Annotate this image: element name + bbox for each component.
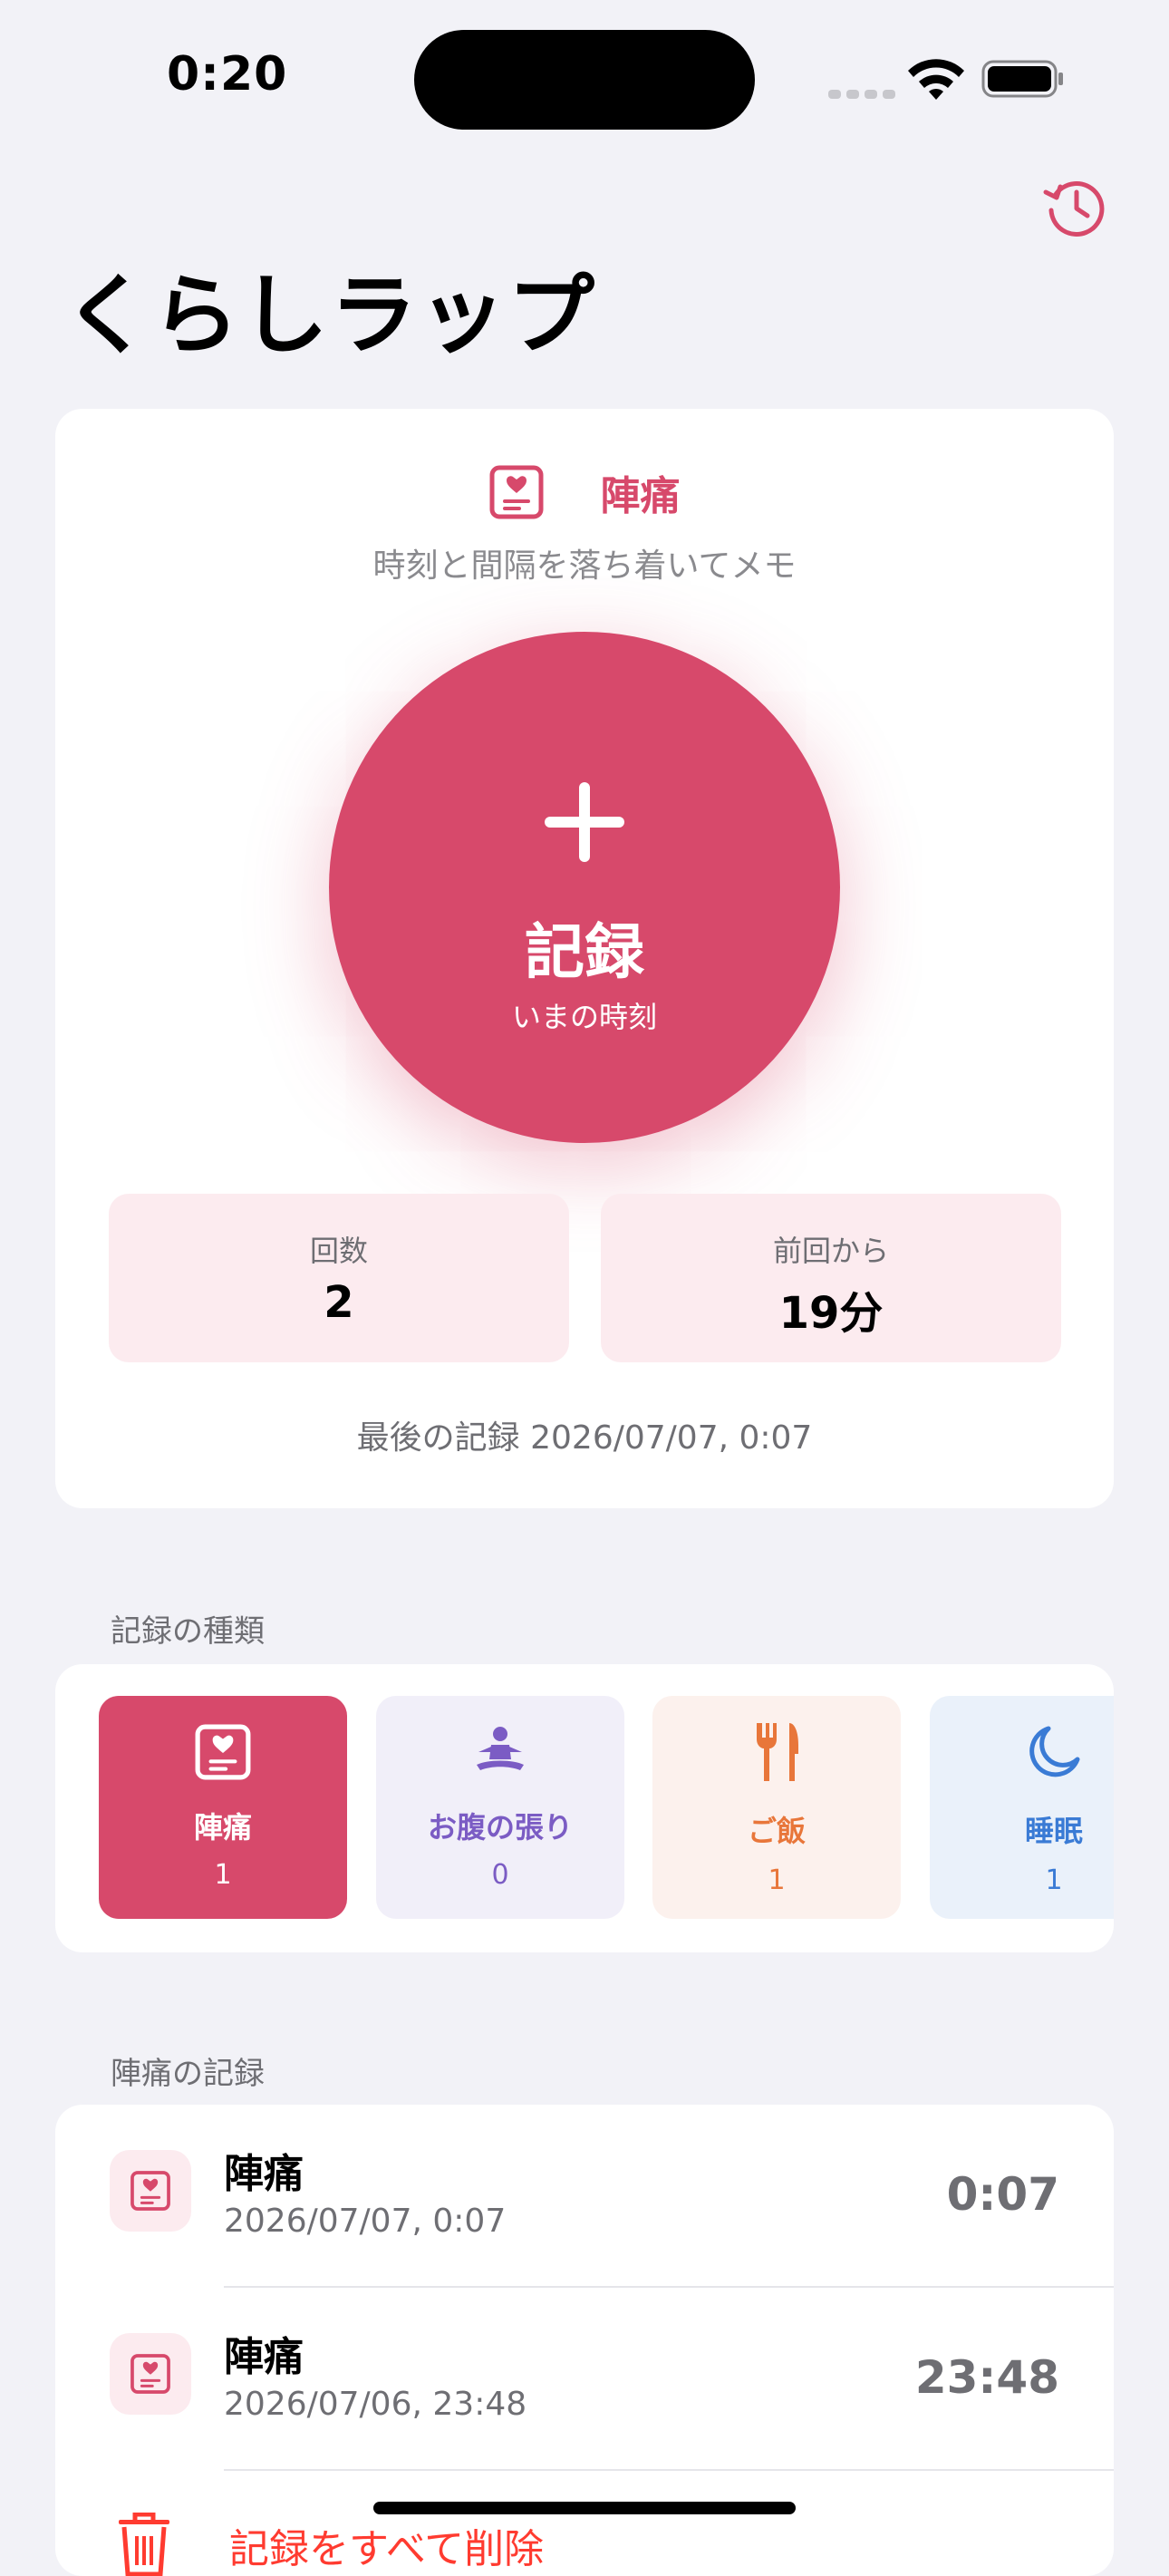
trash-icon (119, 2513, 169, 2576)
record-button-label: 記録 (525, 918, 644, 985)
plus-icon (545, 782, 624, 862)
kinds-list: 陣痛 1 お腹の張り 0 ご飯 1 睡眠 1 (55, 1664, 1114, 1952)
record-time: 23:48 (914, 2351, 1059, 2404)
stat-count: 回数 2 (109, 1194, 569, 1362)
history-icon[interactable] (1040, 172, 1111, 243)
kind-count: 1 (1045, 1864, 1063, 1896)
record-time: 0:07 (946, 2168, 1059, 2221)
fork-knife-icon (757, 1723, 798, 1781)
delete-all-label: 記録をすべて削除 (229, 2526, 545, 2572)
kind-name: 陣痛 (193, 1810, 252, 1845)
last-record-text: 最後の記録 2026/07/07, 0:07 (356, 1419, 813, 1457)
meditation-icon (477, 1727, 524, 1770)
category-heading: 陣痛 (55, 463, 1114, 521)
heart-note-icon (130, 2171, 170, 2211)
heart-note-icon (195, 1724, 251, 1780)
heart-note-icon (130, 2354, 170, 2394)
record-icon (110, 2150, 191, 2232)
record-title: 陣痛 (224, 2151, 304, 2197)
kind-count: 0 (491, 1859, 509, 1891)
kind-item-tension[interactable]: お腹の張り 0 (376, 1696, 624, 1919)
record-button[interactable]: 記録 いまの時刻 (329, 632, 840, 1143)
moon-icon (1029, 1726, 1080, 1777)
stat-value: 19分 (778, 1288, 884, 1339)
stat-value: 2 (324, 1277, 354, 1328)
kinds-section-label: 記録の種類 (111, 1613, 265, 1650)
category-subtitle: 時刻と間隔を落ち着いてメモ (372, 547, 797, 585)
dynamic-island (414, 30, 755, 130)
kind-count: 1 (214, 1859, 232, 1891)
records-section-label: 陣痛の記録 (111, 2056, 265, 2092)
record-button-sublabel: いまの時刻 (511, 1001, 657, 1033)
divider (224, 2469, 1114, 2471)
heart-note-icon (489, 465, 544, 519)
kind-name: お腹の張り (427, 1810, 573, 1845)
record-icon (110, 2333, 191, 2415)
battery-icon (981, 60, 1063, 98)
kind-item-sleep[interactable]: 睡眠 1 (930, 1696, 1114, 1919)
stat-label: 前回から (772, 1234, 889, 1268)
status-time: 0:20 (167, 47, 288, 102)
list-item[interactable]: 陣痛 2026/07/07, 0:07 0:07 (55, 2105, 1114, 2286)
delete-all-button[interactable]: 記録をすべて削除 (55, 2485, 1114, 2576)
page-title: くらしラップ (63, 265, 596, 366)
record-date: 2026/07/06, 23:48 (224, 2386, 527, 2423)
kind-name: 睡眠 (1024, 1814, 1083, 1848)
wifi-icon (908, 59, 964, 100)
kind-item-labor[interactable]: 陣痛 1 (99, 1696, 347, 1919)
cellular-signal-icon (828, 85, 901, 102)
stat-label: 回数 (309, 1234, 368, 1268)
list-item[interactable]: 陣痛 2026/07/06, 23:48 23:48 (55, 2288, 1114, 2469)
category-name: 陣痛 (600, 473, 681, 519)
kind-name: ご飯 (747, 1814, 806, 1848)
record-date: 2026/07/07, 0:07 (224, 2203, 507, 2240)
stat-since-last: 前回から 19分 (601, 1194, 1061, 1362)
record-title: 陣痛 (224, 2334, 304, 2380)
home-indicator (373, 2502, 796, 2514)
kind-count: 1 (768, 1864, 786, 1896)
current-category-card: 陣痛 時刻と間隔を落ち着いてメモ 記録 いまの時刻 回数 2 前回から 19分 … (55, 409, 1114, 1508)
kind-item-meal[interactable]: ご飯 1 (652, 1696, 901, 1919)
